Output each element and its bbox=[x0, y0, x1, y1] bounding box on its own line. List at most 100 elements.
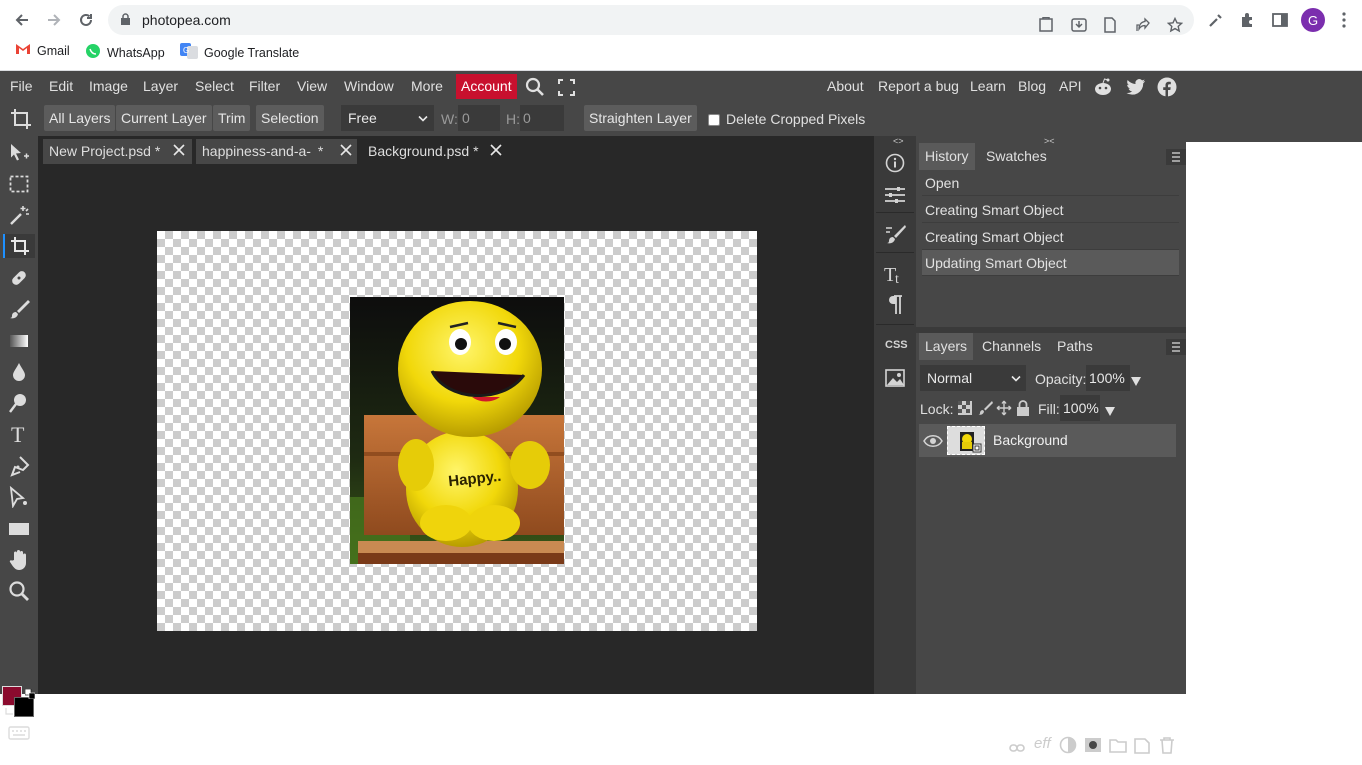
healing-brush-icon[interactable] bbox=[7, 266, 31, 290]
tab-paths[interactable]: Paths bbox=[1051, 333, 1099, 360]
gradient-tool-icon[interactable] bbox=[7, 329, 31, 353]
fill-input[interactable]: 100% bbox=[1060, 395, 1100, 421]
bookmark-whatsapp[interactable]: WhatsApp bbox=[85, 43, 165, 62]
link-api[interactable]: API bbox=[1059, 78, 1082, 94]
history-row-current[interactable]: Updating Smart Object bbox=[922, 250, 1179, 276]
lock-paint-icon[interactable] bbox=[977, 400, 993, 419]
all-layers-button[interactable]: All Layers bbox=[44, 105, 116, 131]
dodge-tool-icon[interactable] bbox=[7, 391, 31, 415]
layer-mask-icon[interactable] bbox=[1084, 737, 1102, 756]
history-row[interactable]: Creating Smart Object bbox=[922, 224, 1179, 250]
twitter-icon[interactable] bbox=[1126, 78, 1146, 99]
tab-swatches[interactable]: Swatches bbox=[980, 143, 1053, 170]
swap-colors-icon[interactable] bbox=[24, 686, 36, 702]
history-row[interactable]: Creating Smart Object bbox=[922, 197, 1179, 223]
layer-row-background[interactable]: Background bbox=[919, 424, 1176, 457]
menu-image[interactable]: Image bbox=[89, 78, 128, 94]
tab-happiness[interactable]: happiness-and-a- * bbox=[196, 139, 357, 164]
selection-button[interactable]: Selection bbox=[256, 105, 324, 131]
reload-icon[interactable] bbox=[74, 8, 98, 32]
straighten-layer-button[interactable]: Straighten Layer bbox=[584, 105, 697, 131]
brush-tool-icon[interactable] bbox=[7, 297, 31, 321]
menu-view[interactable]: View bbox=[297, 78, 327, 94]
character-icon[interactable]: Tt bbox=[883, 262, 907, 286]
menu-file[interactable]: File bbox=[10, 78, 33, 94]
blend-mode-select[interactable]: Normal bbox=[920, 365, 1026, 391]
new-group-icon[interactable] bbox=[1109, 737, 1127, 756]
trim-button[interactable]: Trim bbox=[213, 105, 251, 131]
crop-tool-button-icon[interactable] bbox=[3, 234, 35, 258]
forward-icon[interactable] bbox=[42, 8, 66, 32]
link-blog[interactable]: Blog bbox=[1018, 78, 1046, 94]
menu-window[interactable]: Window bbox=[344, 78, 394, 94]
css-icon[interactable]: CSS bbox=[885, 339, 908, 351]
rectangle-tool-icon[interactable] bbox=[7, 517, 31, 541]
kebab-menu-icon[interactable] bbox=[1335, 11, 1353, 29]
lock-transparency-icon[interactable] bbox=[958, 401, 972, 418]
star-icon[interactable] bbox=[1166, 16, 1184, 33]
tab-channels[interactable]: Channels bbox=[976, 333, 1047, 360]
link-learn[interactable]: Learn bbox=[970, 78, 1006, 94]
share-icon[interactable] bbox=[1135, 17, 1151, 33]
delete-layer-icon[interactable] bbox=[1159, 736, 1175, 757]
extensions-icon[interactable] bbox=[1239, 11, 1257, 29]
keyboard-icon[interactable] bbox=[8, 726, 30, 743]
link-layers-icon[interactable] bbox=[1009, 740, 1025, 756]
back-icon[interactable] bbox=[10, 8, 34, 32]
height-input[interactable]: 0 bbox=[520, 105, 564, 131]
opacity-input[interactable]: 100% bbox=[1086, 365, 1130, 391]
close-icon[interactable] bbox=[484, 139, 508, 164]
tab-background[interactable]: Background.psd * bbox=[362, 139, 485, 164]
page-icon[interactable] bbox=[1103, 17, 1119, 33]
menu-layer[interactable]: Layer bbox=[143, 78, 178, 94]
menu-filter[interactable]: Filter bbox=[249, 78, 280, 94]
facebook-icon[interactable] bbox=[1157, 77, 1177, 100]
close-icon[interactable] bbox=[167, 139, 191, 164]
document-canvas[interactable]: Happy.. bbox=[157, 231, 757, 631]
menu-edit[interactable]: Edit bbox=[49, 78, 73, 94]
pen-tool-icon[interactable] bbox=[7, 454, 31, 478]
ratio-select[interactable]: Free bbox=[341, 105, 434, 131]
new-layer-icon[interactable] bbox=[1134, 736, 1150, 757]
opacity-dropdown-icon[interactable] bbox=[1131, 373, 1141, 389]
crop-tool-icon[interactable] bbox=[10, 108, 32, 133]
tab-layers[interactable]: Layers bbox=[919, 333, 974, 360]
side-panel-icon[interactable] bbox=[1271, 11, 1289, 29]
bookmark-google-translate[interactable]: G Google Translate bbox=[180, 43, 299, 62]
info-icon[interactable] bbox=[883, 151, 907, 175]
menu-select[interactable]: Select bbox=[195, 78, 234, 94]
profile-avatar[interactable]: G bbox=[1301, 8, 1325, 32]
brush-settings-icon[interactable] bbox=[883, 222, 907, 246]
layer-effects-icon[interactable]: eff bbox=[1034, 735, 1051, 752]
menu-more[interactable]: More bbox=[411, 78, 443, 94]
type-tool-icon[interactable]: T bbox=[7, 422, 31, 446]
eye-icon[interactable] bbox=[923, 434, 943, 451]
panel-menu-icon[interactable] bbox=[1166, 339, 1186, 355]
panel-menu-icon[interactable] bbox=[1166, 149, 1186, 165]
move-tool-icon[interactable] bbox=[7, 141, 31, 165]
address-bar[interactable]: photopea.com bbox=[108, 5, 1194, 35]
tab-history[interactable]: History bbox=[919, 143, 975, 170]
collapse-arrows-icon[interactable]: <> bbox=[893, 136, 904, 146]
lock-move-icon[interactable] bbox=[996, 400, 1012, 419]
history-row[interactable]: Open bbox=[922, 170, 1179, 196]
blur-tool-icon[interactable] bbox=[7, 360, 31, 384]
magic-wand-icon[interactable] bbox=[7, 203, 31, 227]
path-select-icon[interactable] bbox=[7, 485, 31, 509]
eyedropper-extension-icon[interactable] bbox=[1207, 11, 1225, 29]
fill-dropdown-icon[interactable] bbox=[1105, 403, 1115, 419]
account-button[interactable]: Account bbox=[456, 74, 517, 99]
bookmark-gmail[interactable]: Gmail bbox=[15, 43, 70, 58]
reset-colors-icon[interactable] bbox=[4, 704, 14, 720]
hand-tool-icon[interactable] bbox=[7, 548, 31, 572]
tab-search-icon[interactable] bbox=[1039, 16, 1055, 33]
adjustments-icon[interactable] bbox=[883, 183, 907, 207]
install-icon[interactable] bbox=[1071, 17, 1087, 33]
adjustment-layer-icon[interactable] bbox=[1059, 736, 1077, 757]
link-report-bug[interactable]: Report a bug bbox=[878, 78, 959, 94]
delete-cropped-checkbox[interactable] bbox=[708, 114, 720, 126]
search-icon[interactable] bbox=[525, 77, 545, 100]
zoom-tool-icon[interactable] bbox=[7, 579, 31, 603]
lock-all-icon[interactable] bbox=[1016, 400, 1030, 419]
width-input[interactable]: 0 bbox=[458, 105, 500, 131]
